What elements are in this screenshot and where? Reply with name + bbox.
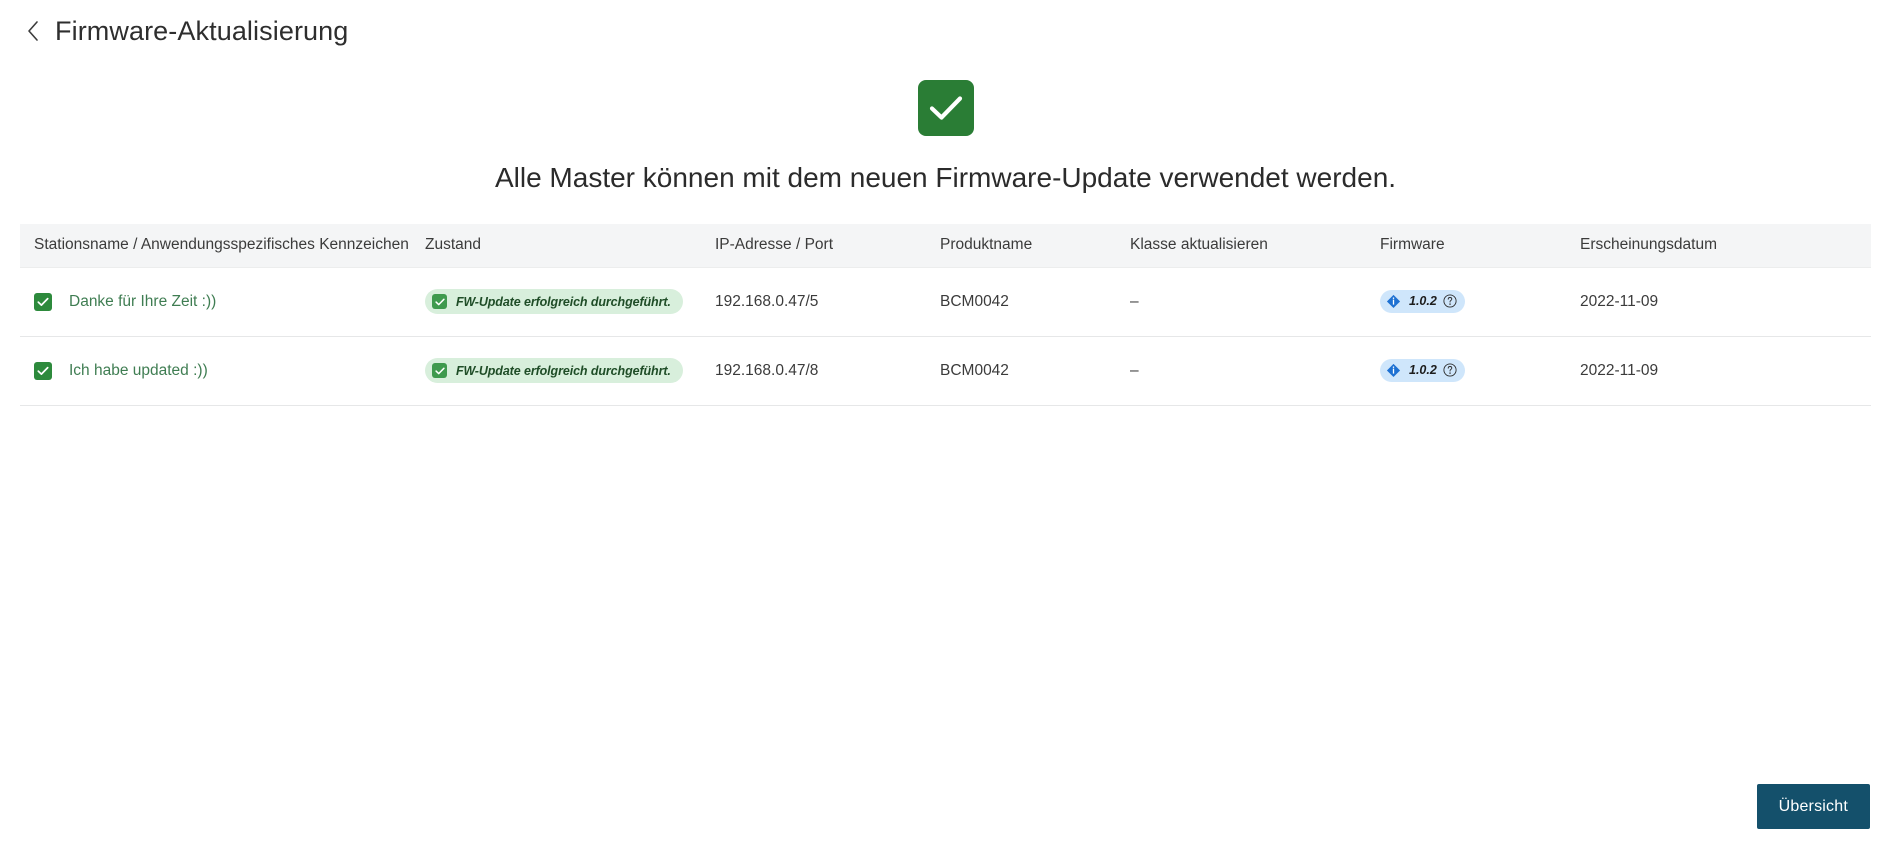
station-name: Danke für Ihre Zeit :)) <box>69 292 217 310</box>
cell-firmware: 1.0.2 <box>1380 266 1580 337</box>
cell-state: FW-Update erfolgreich durchgeführt. <box>425 266 715 337</box>
table-row[interactable]: Ich habe updated :)) FW-Update erfolgrei… <box>20 336 1871 406</box>
cell-state: FW-Update erfolgreich durchgeführt. <box>425 336 715 406</box>
status-badge-label: FW-Update erfolgreich durchgeführt. <box>456 294 671 309</box>
info-diamond-icon <box>1386 294 1401 309</box>
device-table-container: Stationsname / Anwendungsspezifisches Ke… <box>0 223 1891 406</box>
page-title: Firmware-Aktualisierung <box>55 15 349 46</box>
column-header-ip: IP-Adresse / Port <box>715 223 940 268</box>
firmware-badge[interactable]: 1.0.2 <box>1380 358 1465 382</box>
cell-product-name: BCM0042 <box>940 336 1130 406</box>
firmware-version: 1.0.2 <box>1409 363 1437 378</box>
device-table: Stationsname / Anwendungsspezifisches Ke… <box>20 223 1871 406</box>
table-header-row: Stationsname / Anwendungsspezifisches Ke… <box>20 223 1871 268</box>
table-body: Danke für Ihre Zeit :)) FW-Update erfolg… <box>20 266 1871 406</box>
cell-release-date: 2022-11-09 <box>1580 336 1871 406</box>
badge-check-icon <box>432 363 447 379</box>
cell-release-date: 2022-11-09 <box>1580 266 1871 337</box>
help-icon[interactable] <box>1443 294 1457 308</box>
info-diamond-icon <box>1386 363 1401 378</box>
cell-ip-port: 192.168.0.47/8 <box>715 336 940 406</box>
table-row[interactable]: Danke für Ihre Zeit :)) FW-Update erfolg… <box>20 266 1871 337</box>
row-checkbox[interactable] <box>34 292 52 311</box>
overview-button[interactable]: Übersicht <box>1756 784 1870 829</box>
column-header-station: Stationsname / Anwendungsspezifisches Ke… <box>20 223 425 268</box>
cell-station: Ich habe updated :)) <box>20 336 425 406</box>
column-header-release-date: Erscheinungsdatum <box>1580 223 1871 268</box>
firmware-version: 1.0.2 <box>1409 294 1437 309</box>
status-badge: FW-Update erfolgreich durchgeführt. <box>425 358 683 384</box>
table-header: Stationsname / Anwendungsspezifisches Ke… <box>20 223 1871 268</box>
result-message: Alle Master können mit dem neuen Firmwar… <box>494 162 1397 193</box>
column-header-firmware: Firmware <box>1380 223 1580 268</box>
cell-product-name: BCM0042 <box>940 266 1130 337</box>
check-icon <box>917 80 974 136</box>
status-badge: FW-Update erfolgreich durchgeführt. <box>425 289 683 315</box>
column-header-state: Zustand <box>425 223 715 268</box>
badge-check-icon <box>432 294 447 310</box>
station-name: Ich habe updated :)) <box>69 361 208 379</box>
cell-ip-port: 192.168.0.47/5 <box>715 266 940 337</box>
cell-station: Danke für Ihre Zeit :)) <box>20 266 425 337</box>
result-banner: Alle Master können mit dem neuen Firmwar… <box>0 80 1891 195</box>
page-header: Firmware-Aktualisierung <box>0 0 1891 44</box>
row-checkbox[interactable] <box>34 361 52 380</box>
firmware-badge[interactable]: 1.0.2 <box>1380 289 1465 313</box>
chevron-left-icon[interactable] <box>20 18 46 44</box>
status-badge-label: FW-Update erfolgreich durchgeführt. <box>456 363 671 378</box>
cell-firmware: 1.0.2 <box>1380 336 1580 406</box>
help-icon[interactable] <box>1443 363 1457 377</box>
cell-update-class: – <box>1130 336 1380 406</box>
column-header-product: Produktname <box>940 223 1130 268</box>
column-header-update-class: Klasse aktualisieren <box>1130 223 1380 268</box>
cell-update-class: – <box>1130 266 1380 337</box>
footer-bar: Übersicht <box>1756 784 1870 829</box>
